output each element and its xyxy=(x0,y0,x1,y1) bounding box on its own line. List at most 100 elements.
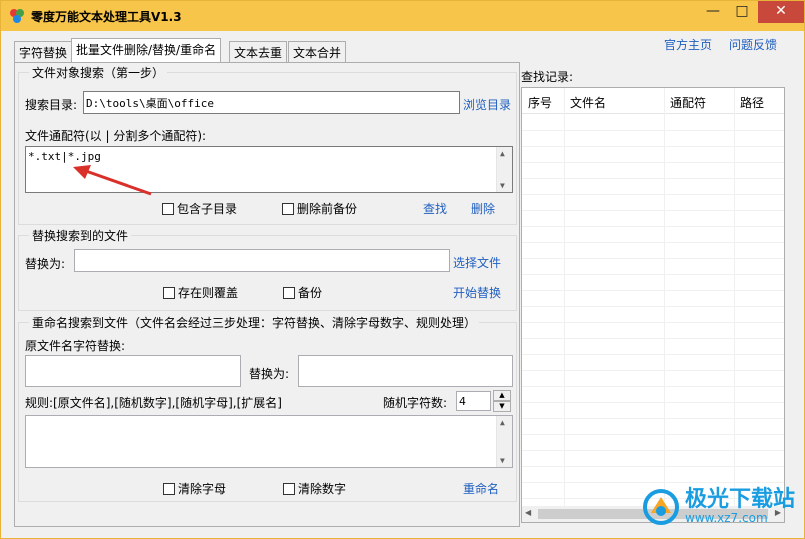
grid-row-line xyxy=(522,370,784,371)
tab-char-replace[interactable]: 字符替换 xyxy=(14,41,73,62)
clear-digits-checkbox[interactable]: 清除数字 xyxy=(283,480,346,497)
backup-before-delete-label: 删除前备份 xyxy=(297,202,358,216)
main-window: 零度万能文本处理工具V1.3 — □ ✕ 字符替换 批量文件删除/替换/重命名 … xyxy=(0,0,805,539)
grid-row-line xyxy=(522,242,784,243)
start-replace-link[interactable]: 开始替换 xyxy=(453,284,501,301)
spin-down-icon[interactable]: ▼ xyxy=(493,401,511,412)
grid-row-line xyxy=(522,306,784,307)
rename-group: 重命名搜索到文件（文件名会经过三步处理：字符替换、清除字母数字、规则处理） 原文… xyxy=(18,314,517,502)
rename-link[interactable]: 重命名 xyxy=(463,480,499,497)
find-link[interactable]: 查找 xyxy=(423,200,447,217)
search-group: 文件对象搜索（第一步） 搜索目录: D:\tools\桌面\office 浏览目… xyxy=(18,64,517,225)
overwrite-label: 存在则覆盖 xyxy=(178,286,239,300)
wildcard-scrollbar[interactable]: ▲ ▼ xyxy=(496,147,512,192)
grid-row-line xyxy=(522,130,784,131)
grid-row-line xyxy=(522,162,784,163)
tab-batch-file[interactable]: 批量文件删除/替换/重命名 xyxy=(71,38,222,62)
orig-name-input[interactable] xyxy=(25,355,241,387)
checkbox-box[interactable] xyxy=(283,482,295,495)
search-dir-label: 搜索目录: xyxy=(25,98,78,112)
grid-row-line xyxy=(522,418,784,419)
replace-with-label: 替换为: xyxy=(25,257,66,271)
results-header: 序号 文件名 通配符 路径 xyxy=(522,88,784,114)
grid-row-line xyxy=(522,450,784,451)
grid-row-line xyxy=(522,146,784,147)
col-divider xyxy=(664,88,665,506)
col-divider xyxy=(564,88,565,506)
homepage-link[interactable]: 官方主页 xyxy=(664,36,712,53)
tab-dedupe[interactable]: 文本去重 xyxy=(229,41,288,62)
random-count-input[interactable]: 4 xyxy=(456,391,491,411)
scroll-down-icon[interactable]: ▼ xyxy=(500,456,505,465)
checkbox-box[interactable] xyxy=(283,286,295,299)
app-logo-icon xyxy=(10,9,24,23)
grid-row-line xyxy=(522,178,784,179)
overwrite-checkbox[interactable]: 存在则覆盖 xyxy=(163,284,238,301)
title-bar: 零度万能文本处理工具V1.3 — □ ✕ xyxy=(1,1,804,31)
rule-textarea[interactable]: ▲ ▼ xyxy=(25,415,513,468)
grid-row-line xyxy=(522,338,784,339)
close-button[interactable]: ✕ xyxy=(758,1,804,23)
window-title: 零度万能文本处理工具V1.3 xyxy=(31,10,182,24)
include-subdir-checkbox[interactable]: 包含子目录 xyxy=(162,200,237,217)
grid-row-line xyxy=(522,354,784,355)
scroll-down-icon[interactable]: ▼ xyxy=(500,181,505,190)
grid-row-line xyxy=(522,194,784,195)
choose-file-link[interactable]: 选择文件 xyxy=(453,254,501,271)
checkbox-box[interactable] xyxy=(162,202,174,215)
results-table[interactable]: 序号 文件名 通配符 路径 xyxy=(521,87,785,507)
rename-replace-input[interactable] xyxy=(298,355,513,387)
rule-label: 规则:[原文件名],[随机数字],[随机字母],[扩展名] xyxy=(25,396,282,410)
backup-checkbox[interactable]: 备份 xyxy=(283,284,322,301)
tab-merge[interactable]: 文本合并 xyxy=(288,41,347,62)
grid-row-line xyxy=(522,258,784,259)
replace-group: 替换搜索到的文件 替换为: 选择文件 存在则覆盖 备份 开始替换 xyxy=(18,227,517,311)
grid-row-line xyxy=(522,434,784,435)
replace-group-title: 替换搜索到的文件 xyxy=(29,227,132,244)
rename-group-title: 重命名搜索到文件（文件名会经过三步处理：字符替换、清除字母数字、规则处理） xyxy=(29,314,480,331)
random-count-spinner[interactable]: ▲ ▼ xyxy=(493,390,511,412)
checkbox-box[interactable] xyxy=(163,286,175,299)
clear-letters-label: 清除字母 xyxy=(178,482,227,496)
grid-row-line xyxy=(522,226,784,227)
browse-dir-link[interactable]: 浏览目录 xyxy=(463,96,511,113)
feedback-link[interactable]: 问题反馈 xyxy=(729,36,777,53)
search-group-title: 文件对象搜索（第一步） xyxy=(29,64,168,81)
minimize-button[interactable]: — xyxy=(698,1,728,23)
spin-up-icon[interactable]: ▲ xyxy=(493,390,511,401)
checkbox-box[interactable] xyxy=(163,482,175,495)
replace-with-input[interactable] xyxy=(74,249,450,272)
wildcard-label: 文件通配符(以 | 分割多个通配符): xyxy=(25,129,207,143)
col-wildcard[interactable]: 通配符 xyxy=(670,94,706,111)
scroll-up-icon[interactable]: ▲ xyxy=(500,149,505,158)
grid-row-line xyxy=(522,482,784,483)
checkbox-box[interactable] xyxy=(282,202,294,215)
delete-link[interactable]: 删除 xyxy=(471,200,495,217)
tab-panel: 文件对象搜索（第一步） 搜索目录: D:\tools\桌面\office 浏览目… xyxy=(14,62,520,527)
random-count-label: 随机字符数: xyxy=(383,396,448,410)
grid-row-line xyxy=(522,274,784,275)
backup-label: 备份 xyxy=(298,286,323,300)
annotation-arrow-icon xyxy=(73,165,152,196)
results-title: 查找记录: xyxy=(521,70,574,84)
rule-scrollbar[interactable]: ▲ ▼ xyxy=(496,416,512,467)
clear-digits-label: 清除数字 xyxy=(298,482,347,496)
watermark: 极光下载站 www.xz7.com xyxy=(641,487,795,527)
col-filename[interactable]: 文件名 xyxy=(570,94,606,111)
grid-row-line xyxy=(522,466,784,467)
watermark-text: 极光下载站 xyxy=(685,487,796,512)
scroll-up-icon[interactable]: ▲ xyxy=(500,418,505,427)
maximize-button[interactable]: □ xyxy=(727,1,757,23)
clear-letters-checkbox[interactable]: 清除字母 xyxy=(163,480,226,497)
grid-row-line xyxy=(522,322,784,323)
orig-name-label: 原文件名字符替换: xyxy=(25,339,126,353)
col-index[interactable]: 序号 xyxy=(528,94,552,111)
grid-row-line xyxy=(522,290,784,291)
col-divider xyxy=(734,88,735,506)
watermark-url: www.xz7.com xyxy=(685,511,768,525)
backup-before-delete-checkbox[interactable]: 删除前备份 xyxy=(282,200,357,217)
scroll-left-icon[interactable]: ◀ xyxy=(525,508,531,517)
col-path[interactable]: 路径 xyxy=(740,94,764,111)
search-dir-input[interactable]: D:\tools\桌面\office xyxy=(83,91,460,114)
grid-row-line xyxy=(522,210,784,211)
